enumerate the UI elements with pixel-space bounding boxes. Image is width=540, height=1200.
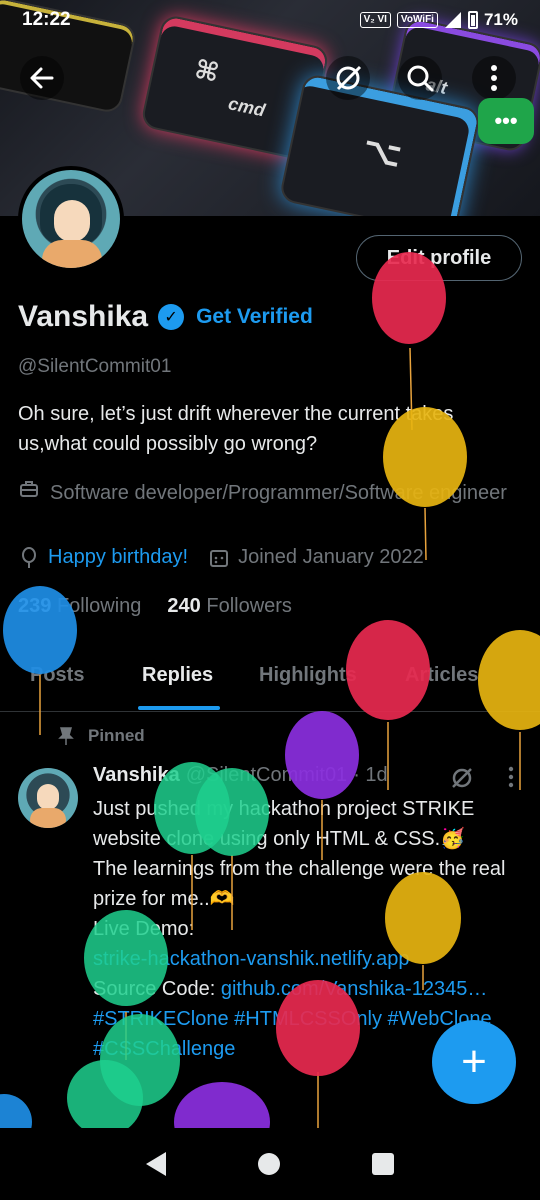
volte-badge: V₂ VI bbox=[359, 12, 391, 28]
tab-posts[interactable]: Posts bbox=[30, 664, 84, 687]
status-time: 12:22 bbox=[22, 9, 71, 30]
system-back-button[interactable] bbox=[146, 1152, 166, 1176]
back-button[interactable] bbox=[20, 56, 64, 100]
pin-icon bbox=[58, 727, 74, 745]
following-stat[interactable]: 239 Following bbox=[18, 595, 141, 618]
calendar-icon bbox=[208, 547, 230, 569]
profession-text: Software developer/Programmer/Software e… bbox=[50, 482, 507, 504]
followers-label: Followers bbox=[206, 595, 292, 617]
following-count: 239 bbox=[18, 595, 52, 617]
grok-icon bbox=[336, 65, 362, 91]
post-author-avatar[interactable] bbox=[18, 768, 78, 828]
following-label: Following bbox=[56, 595, 142, 617]
profile-handle: @SilentCommit01 bbox=[18, 356, 172, 377]
post-text-line: The learnings from the challenge were th… bbox=[93, 858, 506, 910]
profile-profession: Software developer/Programmer/Software e… bbox=[18, 478, 518, 508]
vowifi-badge: VoWiFi bbox=[396, 12, 438, 28]
followers-count: 240 bbox=[167, 595, 201, 617]
tab-replies[interactable]: Replies bbox=[142, 664, 213, 687]
battery-icon bbox=[467, 11, 478, 29]
balloon-icon bbox=[174, 1082, 270, 1128]
balloon-icon bbox=[67, 1060, 143, 1128]
back-arrow-icon bbox=[30, 67, 54, 89]
post-source-link[interactable]: github.com/Vanshika-12345… bbox=[221, 978, 487, 1000]
avatar-face bbox=[37, 784, 59, 810]
battery-percent: 71% bbox=[483, 10, 518, 29]
avatar-body bbox=[42, 240, 102, 268]
more-vertical-icon[interactable] bbox=[508, 766, 514, 788]
pinned-label-row: Pinned bbox=[58, 726, 145, 746]
profile-tabs: Posts Replies Highlights Articles bbox=[0, 650, 540, 712]
birthday-text[interactable]: Happy birthday! bbox=[48, 546, 188, 569]
pinned-text: Pinned bbox=[88, 726, 145, 745]
grok-icon[interactable] bbox=[450, 766, 474, 790]
profile-meta-row: Happy birthday! Joined January 2022 bbox=[18, 546, 424, 569]
more-vertical-icon bbox=[491, 65, 497, 91]
top-navigation bbox=[0, 56, 540, 100]
profile-name: Vanshika bbox=[18, 300, 149, 333]
profile-bio: Oh sure, let’s just drift wherever the c… bbox=[18, 403, 454, 455]
post-text-line: Just pushed my hackathon project STRIKE … bbox=[93, 798, 475, 850]
profile-avatar[interactable] bbox=[18, 166, 124, 272]
get-verified-link[interactable]: Get Verified bbox=[196, 305, 313, 329]
verified-badge-icon[interactable]: ✓ bbox=[158, 304, 185, 330]
floating-chat-chip[interactable]: ••• bbox=[478, 98, 534, 144]
followers-stat[interactable]: 240 Followers bbox=[167, 595, 292, 618]
banner-key-symbol: ⌥ bbox=[359, 129, 406, 176]
avatar-body bbox=[30, 808, 66, 828]
search-button[interactable] bbox=[398, 56, 442, 100]
post-author-name[interactable]: Vanshika bbox=[93, 764, 180, 787]
signal-icon bbox=[444, 12, 461, 28]
system-navigation-bar bbox=[0, 1128, 540, 1200]
post-time: · 1d bbox=[353, 764, 388, 786]
avatar-face bbox=[54, 200, 90, 242]
active-tab-indicator bbox=[138, 706, 220, 710]
profile-name-row: Vanshika ✓ Get Verified bbox=[18, 300, 313, 334]
post-demo-link[interactable]: strike-hackathon-vanshik.netlify.app bbox=[93, 944, 523, 974]
post-source-label: Source Code: bbox=[93, 978, 216, 1000]
follow-stats: 239 Following 240 Followers bbox=[18, 595, 292, 618]
briefcase-icon bbox=[18, 478, 40, 500]
post-demo-label: Live Demo: bbox=[93, 918, 195, 940]
compose-post-button[interactable]: + bbox=[432, 1020, 516, 1104]
edit-profile-button[interactable]: Edit profile bbox=[356, 235, 522, 281]
system-home-button[interactable] bbox=[258, 1153, 280, 1175]
status-icons: V₂ VI VoWiFi 71% bbox=[359, 10, 518, 30]
system-recents-button[interactable] bbox=[372, 1153, 394, 1175]
post-author-handle[interactable]: @SilentCommit01 bbox=[186, 764, 347, 787]
post-header-actions bbox=[450, 766, 514, 790]
post-header: Vanshika @SilentCommit01 · 1d bbox=[93, 764, 388, 787]
status-bar: 12:22 V₂ VI VoWiFi 71% bbox=[0, 0, 540, 40]
tab-highlights[interactable]: Highlights bbox=[259, 664, 357, 687]
grok-button[interactable] bbox=[326, 56, 370, 100]
balloon-icon bbox=[18, 546, 40, 569]
more-options-button[interactable] bbox=[472, 56, 516, 100]
tab-articles[interactable]: Articles bbox=[405, 664, 478, 687]
balloon-icon bbox=[0, 1094, 32, 1128]
joined-date: Joined January 2022 bbox=[238, 546, 424, 568]
search-icon bbox=[407, 65, 434, 92]
